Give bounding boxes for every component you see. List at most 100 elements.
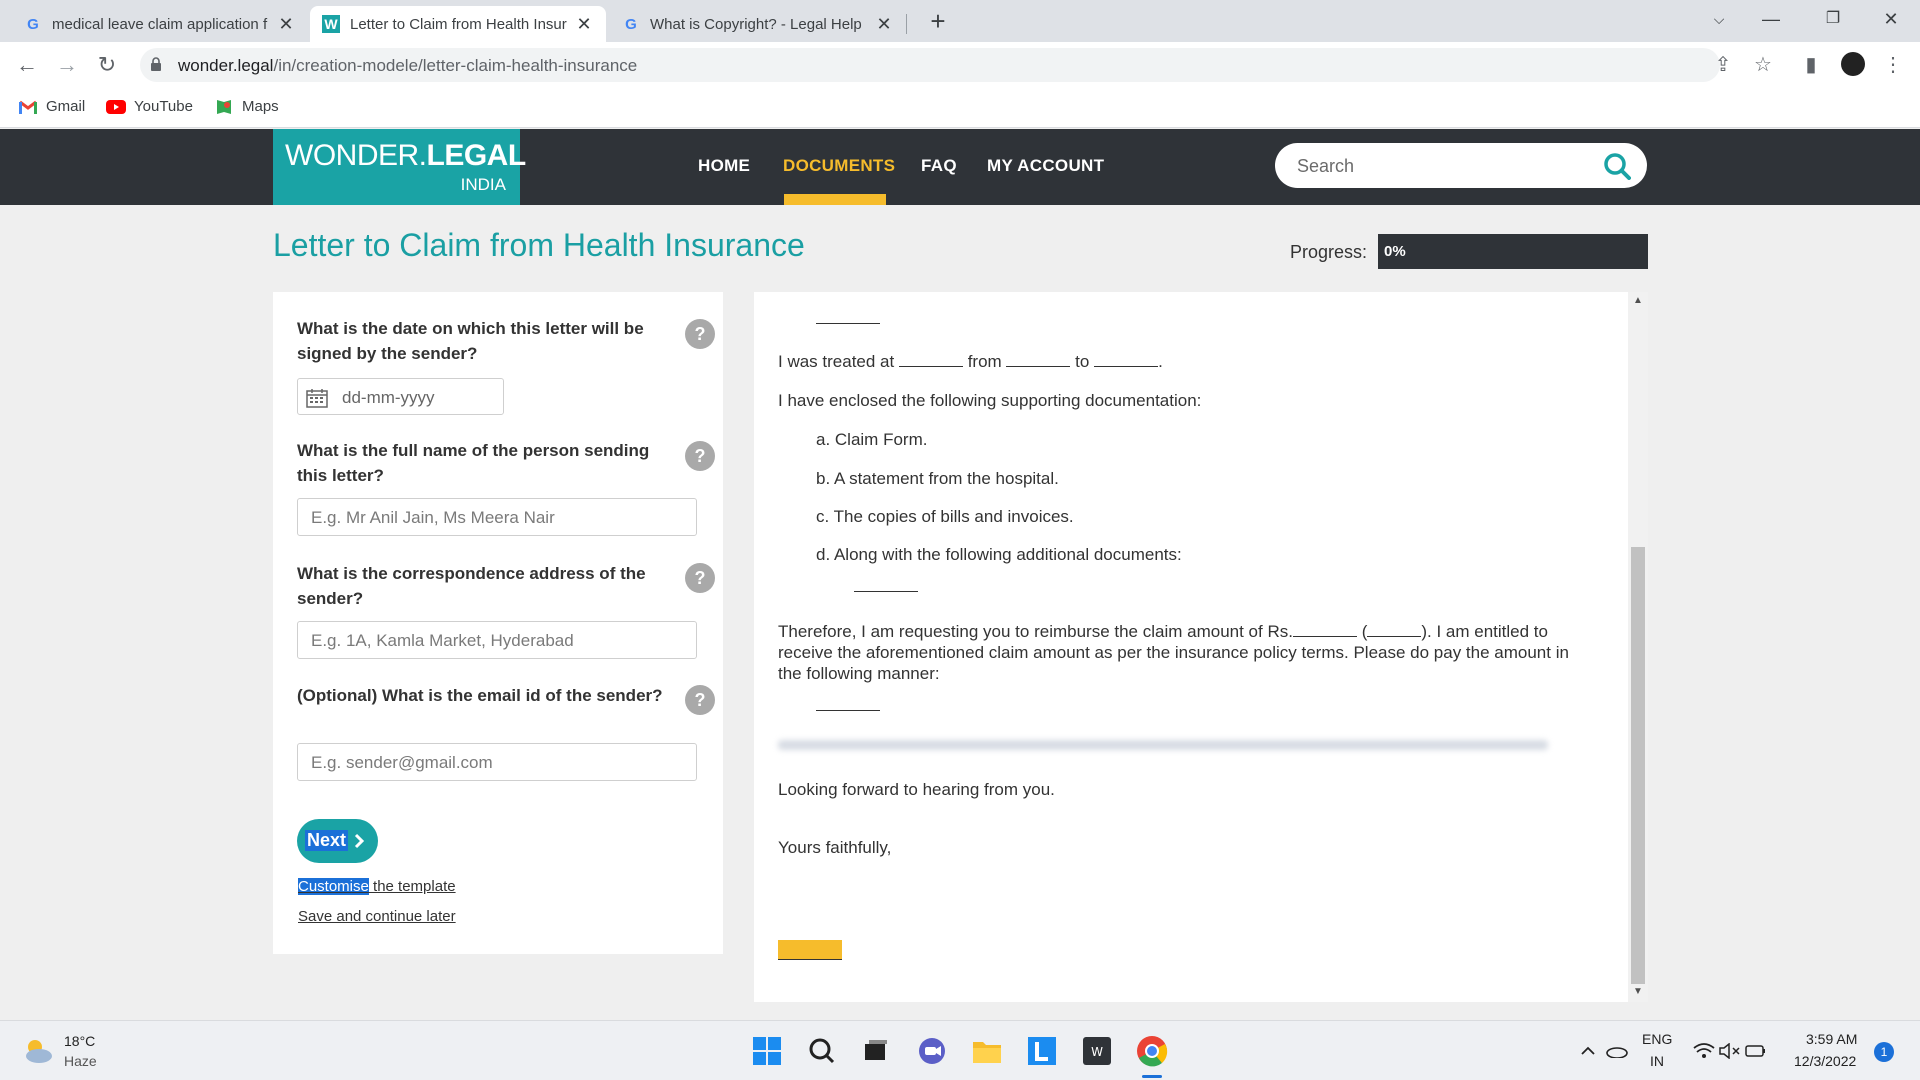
tab-divider [906, 14, 907, 34]
share-icon[interactable]: ⇪ [1710, 52, 1736, 78]
bookmarks-bar: Gmail YouTube Maps [0, 88, 1920, 128]
input-region: IN [1650, 1053, 1664, 1069]
back-button[interactable]: ← [12, 50, 42, 80]
treated-sentence: I was treated at from to . [778, 352, 1163, 371]
weather-temp: 18°C [64, 1033, 96, 1049]
site-logo[interactable]: WONDER.LEGAL INDIA [273, 129, 526, 205]
customise-template-link[interactable]: Customise the template [298, 878, 456, 895]
close-tab-icon[interactable]: ✕ [276, 14, 296, 35]
question-sender-name: What is the full name of the person send… [297, 441, 650, 485]
tab-search-icon[interactable]: ⌵ [1696, 0, 1742, 38]
notification-badge[interactable]: 1 [1874, 1042, 1894, 1062]
tab-letter-claim[interactable]: W Letter to Claim from Health Insur ✕ [310, 6, 606, 42]
svg-text:W: W [1091, 1045, 1103, 1059]
sender-email-field[interactable]: E.g. sender@gmail.com [297, 743, 697, 781]
address-bar[interactable]: wonder.legal/in/creation-modele/letter-c… [140, 48, 1720, 82]
bookmark-youtube[interactable]: YouTube [106, 98, 193, 115]
preview-scroll-thumb[interactable] [1631, 547, 1645, 984]
bookmark-gmail[interactable]: Gmail [18, 98, 85, 115]
battery-icon[interactable] [1738, 1033, 1774, 1069]
document-item: d. Along with the following additional d… [816, 545, 1182, 564]
task-view-icon[interactable] [858, 1033, 894, 1069]
sender-address-field[interactable]: E.g. 1A, Kamla Market, Hyderabad [297, 621, 697, 659]
help-icon[interactable]: ? [685, 441, 715, 471]
search-icon[interactable] [1603, 152, 1631, 180]
nav-documents[interactable]: DOCUMENTS [783, 156, 895, 176]
app-icon[interactable]: W [1079, 1033, 1115, 1069]
help-icon[interactable]: ? [685, 563, 715, 593]
maps-icon [214, 99, 234, 115]
start-icon[interactable] [749, 1033, 785, 1069]
weather-condition: Haze [64, 1053, 97, 1069]
help-icon[interactable]: ? [685, 685, 715, 715]
bookmark-maps[interactable]: Maps [214, 98, 279, 115]
file-explorer-icon[interactable] [969, 1033, 1005, 1069]
forward-button[interactable]: → [52, 50, 82, 80]
google-icon: G [27, 15, 39, 33]
active-app-indicator [1142, 1075, 1162, 1078]
therefore-line-2: receive the aforementioned claim amount … [778, 643, 1569, 662]
close-tab-icon[interactable]: ✕ [874, 14, 894, 35]
tab-medical-leave[interactable]: G medical leave claim application f ✕ [12, 6, 308, 42]
profile-avatar[interactable] [1840, 52, 1866, 78]
search-placeholder: Search [1297, 156, 1355, 176]
progress-label: Progress: [1290, 242, 1368, 262]
active-nav-indicator [784, 194, 886, 205]
bookmark-label: YouTube [134, 98, 193, 115]
nav-home[interactable]: HOME [698, 156, 750, 176]
name-placeholder: E.g. Mr Anil Jain, Ms Meera Nair [311, 508, 555, 527]
side-panel-icon[interactable]: ▮ [1798, 52, 1824, 78]
nav-my-account[interactable]: MY ACCOUNT [987, 156, 1104, 176]
tab-copyright[interactable]: G What is Copyright? - Legal Help ✕ [610, 6, 906, 42]
gmail-icon [18, 99, 38, 115]
restore-button[interactable]: ❐ [1810, 0, 1856, 38]
closing-sentence: Looking forward to hearing from you. [778, 780, 1055, 799]
sender-name-field[interactable]: E.g. Mr Anil Jain, Ms Meera Nair [297, 498, 697, 536]
new-tab-button[interactable]: + [922, 6, 954, 38]
onedrive-cloud-icon[interactable] [1598, 1033, 1634, 1069]
question-sender-email: (Optional) What is the email id of the s… [297, 686, 663, 705]
next-button[interactable]: Next [297, 819, 378, 863]
browser-toolbar: ← → ↻ wonder.legal/in/creation-modele/le… [0, 42, 1920, 88]
question-sender-address: What is the correspondence address of th… [297, 564, 646, 608]
signing-date-field[interactable]: dd-mm-yyyy [297, 378, 504, 415]
close-window-button[interactable]: ✕ [1868, 0, 1914, 38]
email-placeholder: E.g. sender@gmail.com [311, 753, 493, 772]
tab-title: Letter to Claim from Health Insur [350, 15, 567, 33]
page-title: Letter to Claim from Health Insurance [273, 227, 805, 263]
blank-field [816, 309, 880, 329]
search-input[interactable]: Search [1275, 143, 1647, 188]
chat-icon[interactable] [914, 1033, 950, 1069]
highlighted-blank-field[interactable] [778, 940, 842, 960]
therefore-line-1: Therefore, I am requesting you to reimbu… [778, 622, 1548, 641]
document-preview: I was treated at from to . I have enclos… [754, 292, 1628, 1002]
save-continue-later-link[interactable]: Save and continue later [298, 908, 456, 925]
lock-icon [151, 57, 161, 71]
tab-title: medical leave claim application f [52, 15, 268, 33]
windows-taskbar: 18°C Haze W ENG IN 3:59 AM 12/3/2022 1 [0, 1020, 1920, 1080]
help-icon[interactable]: ? [685, 319, 715, 349]
scroll-down-arrow[interactable]: ▼ [1632, 986, 1644, 997]
signoff: Yours faithfully, [778, 838, 892, 857]
next-label: Next [305, 830, 349, 851]
chrome-icon[interactable] [1134, 1033, 1170, 1069]
minimize-button[interactable]: — [1748, 0, 1794, 38]
chevron-right-icon [354, 833, 365, 849]
close-tab-icon[interactable]: ✕ [574, 14, 594, 35]
menu-kebab-icon[interactable]: ⋮ [1880, 52, 1906, 78]
therefore-line-3: the following manner: [778, 664, 940, 683]
bookmark-star-icon[interactable]: ☆ [1750, 52, 1776, 78]
logo-country: INDIA [460, 175, 506, 194]
language-indicator[interactable]: ENG [1642, 1031, 1672, 1047]
launcher-l-icon[interactable] [1024, 1033, 1060, 1069]
search-icon[interactable] [804, 1033, 840, 1069]
document-item: a. Claim Form. [816, 430, 928, 449]
clock-time[interactable]: 3:59 AM [1806, 1031, 1857, 1047]
weather-icon[interactable] [20, 1033, 56, 1069]
clock-date[interactable]: 12/3/2022 [1794, 1053, 1856, 1069]
reload-button[interactable]: ↻ [92, 50, 122, 80]
scroll-up-arrow[interactable]: ▲ [1632, 295, 1644, 306]
blank-field [816, 696, 880, 716]
logo-text: WONDER.LEGAL [285, 139, 526, 172]
nav-faq[interactable]: FAQ [921, 156, 957, 176]
